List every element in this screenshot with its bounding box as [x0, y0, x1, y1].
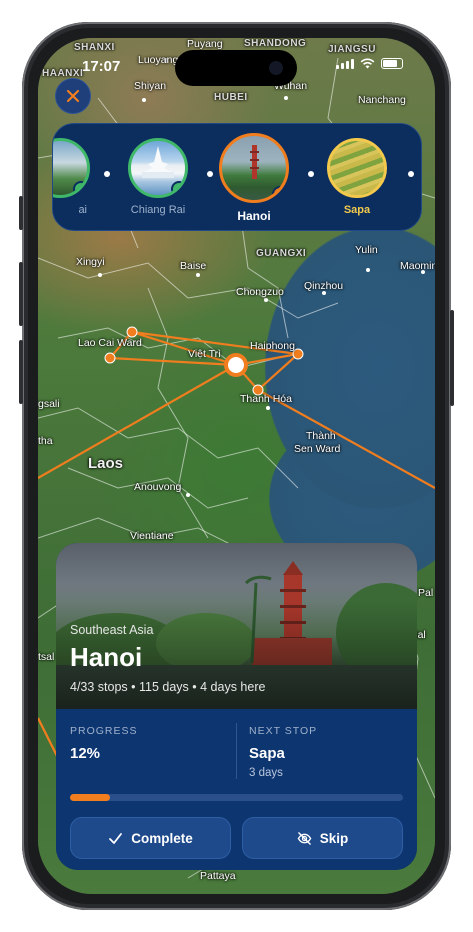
map-label: GUANGXI [256, 248, 307, 259]
progress-bar [70, 794, 403, 801]
screen: SHANXI Puyang SHANDONG JIANGSU HAANXI Lu… [38, 38, 435, 894]
map-label: Anouvong [134, 481, 182, 493]
map-label: Pattaya [200, 870, 236, 882]
signal-icon [336, 58, 354, 69]
separator-dot [308, 171, 314, 177]
map-label: Baise [180, 260, 207, 272]
region-label: Southeast Asia [70, 623, 154, 637]
current-location-marker [224, 353, 248, 377]
map-label: Luoyang [138, 54, 179, 66]
status-time: 17:07 [82, 58, 121, 75]
battery-icon [381, 58, 403, 69]
map-label: Sen Ward [294, 443, 341, 455]
map-label: Haiphong [250, 340, 295, 352]
stop-label: Hanoi [237, 209, 271, 223]
next-stop-name: Sapa [249, 745, 285, 762]
stops-carousel[interactable]: ai Chiang Rai Hanoi Sapa [52, 123, 422, 231]
stop-chiang-rai[interactable]: Chiang Rai [123, 138, 193, 216]
city-title: Hanoi [70, 642, 143, 672]
current-stop-indicator [272, 186, 286, 200]
volume-up-button [19, 262, 23, 326]
progress-panel: PROGRESS 12% NEXT STOP Sapa 3 days Compl… [56, 709, 417, 870]
status-icons [336, 58, 403, 69]
stop-label: Chiang Rai [130, 204, 186, 216]
divider [236, 723, 237, 779]
close-icon [66, 89, 80, 103]
map-label: Maoming [400, 260, 435, 272]
map-label: tsal [38, 651, 55, 663]
map-label: Thanh Hóa [240, 393, 292, 405]
separator-dot [408, 171, 414, 177]
map-label: Pal [418, 587, 434, 599]
close-button[interactable] [55, 78, 91, 114]
eye-slash-icon [297, 831, 312, 845]
stop-sapa[interactable]: Sapa [322, 138, 392, 216]
stop-thumbnail [128, 138, 188, 198]
stop-label: ai [78, 204, 87, 216]
progress-value: 12% [70, 745, 101, 762]
mute-switch [19, 196, 23, 230]
map-label: Thành [306, 430, 336, 442]
map-label: Lao Cai Ward [78, 337, 142, 349]
separator-dot [207, 171, 213, 177]
progress-label: PROGRESS [70, 725, 138, 737]
volume-down-button [19, 340, 23, 404]
stop-detail-card: Southeast Asia Hanoi 4/33 stops • 115 da… [56, 543, 417, 870]
next-stop-duration: 3 days [249, 767, 283, 779]
stop-label: Sapa [343, 204, 371, 216]
complete-button-label: Complete [131, 830, 193, 846]
stop-thumbnail [53, 138, 90, 198]
complete-button[interactable]: Complete [70, 817, 231, 859]
map-label: tha [38, 435, 53, 447]
route-point [126, 326, 138, 338]
map-label: SHANXI [74, 42, 115, 53]
map-label: Yulin [355, 244, 378, 256]
route-point [104, 352, 116, 364]
map-label: Xingyi [76, 256, 105, 268]
map-label: JIANGSU [328, 44, 376, 55]
separator-dot [104, 171, 110, 177]
next-stop-label: NEXT STOP [249, 725, 318, 737]
map-label: Shiyan [134, 80, 167, 92]
map-label: Laos [88, 455, 124, 472]
wifi-icon [360, 58, 375, 69]
map-label: Chongzuo [236, 286, 284, 298]
stop-thumbnail [327, 138, 387, 198]
map-label: Qinzhou [304, 280, 344, 292]
camera-icon [269, 61, 283, 75]
stop-previous[interactable]: ai [53, 138, 95, 216]
checkmark-icon [109, 832, 123, 844]
map-label: Puyang [187, 38, 223, 50]
skip-button-label: Skip [319, 830, 349, 846]
progress-bar-fill [70, 794, 110, 801]
stop-thumbnail [219, 133, 289, 203]
map-label: Việt Trì [188, 348, 222, 360]
dynamic-island [175, 50, 297, 86]
check-icon [171, 181, 185, 195]
map-label: gsali [38, 398, 60, 410]
map-label: Nanchang [358, 94, 406, 106]
check-icon [73, 181, 87, 195]
map-label: SHANDONG [244, 38, 307, 49]
stop-hanoi[interactable]: Hanoi [219, 133, 289, 223]
map-label: Vientiane [130, 530, 174, 542]
skip-button[interactable]: Skip [242, 817, 403, 859]
map-label: HUBEI [214, 92, 248, 103]
trip-meta: 4/33 stops • 115 days • 4 days here [70, 680, 266, 694]
power-button [450, 310, 454, 406]
